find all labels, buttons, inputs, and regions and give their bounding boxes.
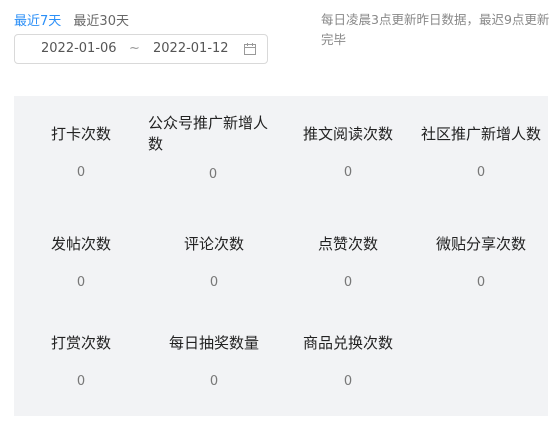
stat-item: 公众号推广新增人数 0: [146, 113, 280, 182]
stat-label: 推文阅读次数: [302, 125, 393, 143]
stat-item: 发帖次数 0: [14, 234, 148, 290]
stat-item: 商品兑换次数 0: [281, 333, 415, 389]
stat-value: 0: [76, 374, 86, 389]
stat-item: 社区推广新增人数 0: [414, 124, 548, 180]
stat-item: 推文阅读次数 0: [281, 124, 415, 180]
stat-label: 商品兑换次数: [302, 334, 393, 352]
end-date[interactable]: 2022-01-12: [153, 41, 229, 56]
stat-label: 微贴分享次数: [435, 235, 526, 253]
stat-item: 点赞次数 0: [281, 234, 415, 290]
stat-label: 打卡次数: [50, 125, 111, 143]
stat-item: 每日抽奖数量 0: [147, 333, 281, 389]
stat-value: 0: [209, 374, 219, 389]
update-notice: 每日凌晨3点更新昨日数据，最迟9点更新完毕: [321, 12, 550, 47]
stat-value: 0: [476, 275, 486, 290]
date-separator: ~: [129, 41, 140, 56]
stat-item: 打赏次数 0: [14, 333, 148, 389]
stat-value: 0: [343, 374, 353, 389]
stat-label: 评论次数: [183, 235, 244, 253]
stat-item: 评论次数 0: [147, 234, 281, 290]
stat-value: 0: [76, 165, 86, 180]
stat-label: 发帖次数: [50, 235, 111, 253]
calendar-icon[interactable]: [243, 42, 257, 56]
stat-label: 社区推广新增人数: [420, 125, 541, 143]
stat-value: 0: [343, 165, 353, 180]
date-range-tabs: 最近7天 最近30天: [14, 10, 137, 29]
stat-label: 每日抽奖数量: [168, 334, 259, 352]
range-last-7-days[interactable]: 最近7天: [14, 14, 61, 29]
stat-item: 打卡次数 0: [14, 124, 148, 180]
start-date[interactable]: 2022-01-06: [41, 41, 117, 56]
stat-label: 点赞次数: [317, 235, 378, 253]
stat-value: 0: [208, 167, 218, 182]
date-range-picker[interactable]: 2022-01-06 ~ 2022-01-12: [14, 34, 268, 64]
stat-item: 微贴分享次数 0: [414, 234, 548, 290]
stat-label: 打赏次数: [50, 334, 111, 352]
range-last-30-days[interactable]: 最近30天: [73, 14, 129, 29]
stat-label: 公众号推广新增人数: [148, 114, 269, 153]
stat-value: 0: [76, 275, 86, 290]
stat-value: 0: [476, 165, 486, 180]
stat-value: 0: [343, 275, 353, 290]
stats-panel: 打卡次数 0 公众号推广新增人数 0 推文阅读次数 0 社区推广新增人数 0 发…: [14, 96, 548, 416]
stat-value: 0: [209, 275, 219, 290]
